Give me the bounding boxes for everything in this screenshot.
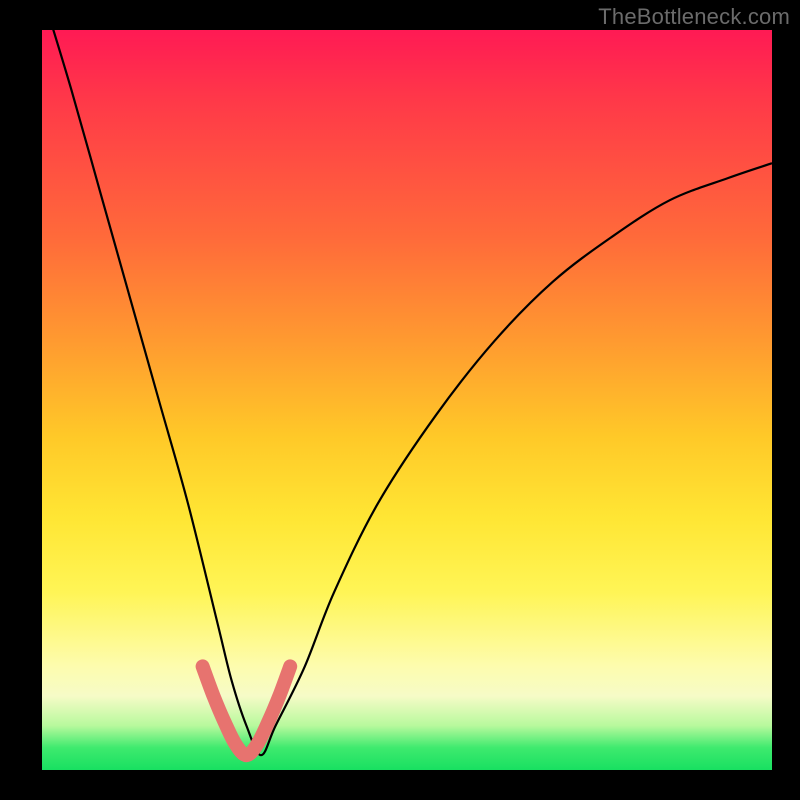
plot-svg [42,30,772,770]
watermark-text: TheBottleneck.com [598,4,790,30]
optimal-region-highlight [203,666,291,755]
bottleneck-curve [42,30,772,755]
outer-frame: TheBottleneck.com [0,0,800,800]
plot-area [42,30,772,770]
